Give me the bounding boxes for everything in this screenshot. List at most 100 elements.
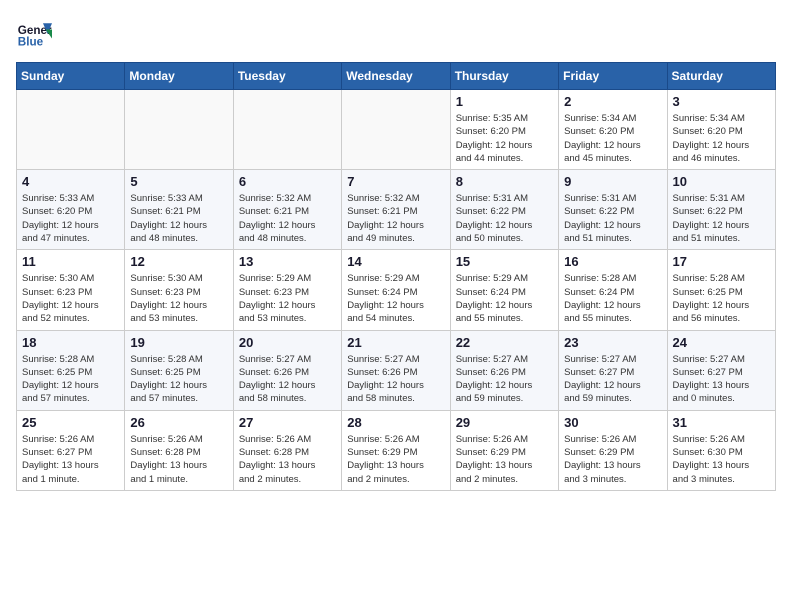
calendar-cell: 21 Sunrise: 5:27 AMSunset: 6:26 PMDayligh…	[342, 330, 450, 410]
day-number: 26	[130, 415, 227, 430]
weekday-header-wednesday: Wednesday	[342, 63, 450, 90]
weekday-header-monday: Monday	[125, 63, 233, 90]
day-number: 19	[130, 335, 227, 350]
day-number: 10	[673, 174, 770, 189]
weekday-header-row: SundayMondayTuesdayWednesdayThursdayFrid…	[17, 63, 776, 90]
calendar-cell: 4 Sunrise: 5:33 AMSunset: 6:20 PMDaylight…	[17, 170, 125, 250]
day-info: Sunrise: 5:26 AMSunset: 6:29 PMDaylight:…	[564, 433, 661, 486]
calendar-cell: 24Sunrise: 5:27 AMSunset: 6:27 PMDayligh…	[667, 330, 775, 410]
calendar-cell: 18Sunrise: 5:28 AMSunset: 6:25 PMDayligh…	[17, 330, 125, 410]
logo: General Blue	[16, 16, 52, 52]
calendar-week-4: 18 Sunrise: 5:28 AMSunset: 6:25 PMDayligh…	[17, 330, 776, 410]
day-info: Sunrise: 5:30 AMSunset: 6:23 PMDaylight:…	[130, 272, 227, 325]
calendar-cell: 27Sunrise: 5:26 AMSunset: 6:28 PMDayligh…	[233, 410, 341, 490]
day-info: Sunrise: 5:26 AMSunset: 6:29 PMDaylight:…	[456, 433, 553, 486]
calendar-cell: 28Sunrise: 5:26 AMSunset: 6:29 PMDayligh…	[342, 410, 450, 490]
calendar-cell: 17 Sunrise: 5:28 AMSunset: 6:25 PMDayligh…	[667, 250, 775, 330]
calendar-cell: 14Sunrise: 5:29 AMSunset: 6:24 PMDayligh…	[342, 250, 450, 330]
calendar-week-1: 1Sunrise: 5:35 AMSunset: 6:20 PMDaylight…	[17, 90, 776, 170]
calendar-cell: 25 Sunrise: 5:26 AMSunset: 6:27 PMDayligh…	[17, 410, 125, 490]
calendar-week-3: 11 Sunrise: 5:30 AMSunset: 6:23 PMDayligh…	[17, 250, 776, 330]
calendar-week-2: 4 Sunrise: 5:33 AMSunset: 6:20 PMDaylight…	[17, 170, 776, 250]
svg-text:Blue: Blue	[18, 36, 44, 49]
calendar-table: SundayMondayTuesdayWednesdayThursdayFrid…	[16, 62, 776, 491]
calendar-cell: 1Sunrise: 5:35 AMSunset: 6:20 PMDaylight…	[450, 90, 558, 170]
calendar-cell: 23 Sunrise: 5:27 AMSunset: 6:27 PMDayligh…	[559, 330, 667, 410]
day-number: 8	[456, 174, 553, 189]
weekday-header-saturday: Saturday	[667, 63, 775, 90]
day-number: 25	[22, 415, 119, 430]
day-info: Sunrise: 5:31 AMSunset: 6:22 PMDaylight:…	[564, 192, 661, 245]
day-number: 4	[22, 174, 119, 189]
calendar-body: 1Sunrise: 5:35 AMSunset: 6:20 PMDaylight…	[17, 90, 776, 491]
day-number: 1	[456, 94, 553, 109]
day-info: Sunrise: 5:29 AMSunset: 6:24 PMDaylight:…	[456, 272, 553, 325]
weekday-header-sunday: Sunday	[17, 63, 125, 90]
day-number: 17	[673, 254, 770, 269]
calendar-cell: 11 Sunrise: 5:30 AMSunset: 6:23 PMDayligh…	[17, 250, 125, 330]
day-info: Sunrise: 5:29 AMSunset: 6:23 PMDaylight:…	[239, 272, 336, 325]
day-info: Sunrise: 5:33 AMSunset: 6:21 PMDaylight:…	[130, 192, 227, 245]
day-info: Sunrise: 5:28 AMSunset: 6:24 PMDaylight:…	[564, 272, 661, 325]
day-number: 29	[456, 415, 553, 430]
calendar-week-5: 25 Sunrise: 5:26 AMSunset: 6:27 PMDayligh…	[17, 410, 776, 490]
day-number: 27	[239, 415, 336, 430]
calendar-cell: 10Sunrise: 5:31 AMSunset: 6:22 PMDayligh…	[667, 170, 775, 250]
day-info: Sunrise: 5:26 AMSunset: 6:28 PMDaylight:…	[130, 433, 227, 486]
calendar-cell: 8 Sunrise: 5:31 AMSunset: 6:22 PMDaylight…	[450, 170, 558, 250]
day-info: Sunrise: 5:27 AMSunset: 6:27 PMDaylight:…	[564, 353, 661, 406]
day-number: 11	[22, 254, 119, 269]
day-info: Sunrise: 5:28 AMSunset: 6:25 PMDaylight:…	[673, 272, 770, 325]
calendar-cell: 5 Sunrise: 5:33 AMSunset: 6:21 PMDaylight…	[125, 170, 233, 250]
calendar-cell	[342, 90, 450, 170]
calendar-cell: 9 Sunrise: 5:31 AMSunset: 6:22 PMDaylight…	[559, 170, 667, 250]
calendar-cell: 19 Sunrise: 5:28 AMSunset: 6:25 PMDayligh…	[125, 330, 233, 410]
day-info: Sunrise: 5:27 AMSunset: 6:26 PMDaylight:…	[456, 353, 553, 406]
calendar-cell: 13 Sunrise: 5:29 AMSunset: 6:23 PMDayligh…	[233, 250, 341, 330]
day-number: 20	[239, 335, 336, 350]
day-number: 2	[564, 94, 661, 109]
day-info: Sunrise: 5:34 AMSunset: 6:20 PMDaylight:…	[564, 112, 661, 165]
day-number: 13	[239, 254, 336, 269]
day-info: Sunrise: 5:33 AMSunset: 6:20 PMDaylight:…	[22, 192, 119, 245]
calendar-cell	[233, 90, 341, 170]
calendar-cell: 31 Sunrise: 5:26 AMSunset: 6:30 PMDayligh…	[667, 410, 775, 490]
weekday-header-tuesday: Tuesday	[233, 63, 341, 90]
day-info: Sunrise: 5:26 AMSunset: 6:30 PMDaylight:…	[673, 433, 770, 486]
day-number: 23	[564, 335, 661, 350]
day-info: Sunrise: 5:29 AMSunset: 6:24 PMDaylight:…	[347, 272, 444, 325]
day-info: Sunrise: 5:27 AMSunset: 6:26 PMDaylight:…	[347, 353, 444, 406]
day-number: 31	[673, 415, 770, 430]
calendar-cell: 6Sunrise: 5:32 AMSunset: 6:21 PMDaylight…	[233, 170, 341, 250]
calendar-cell: 30 Sunrise: 5:26 AMSunset: 6:29 PMDayligh…	[559, 410, 667, 490]
day-info: Sunrise: 5:34 AMSunset: 6:20 PMDaylight:…	[673, 112, 770, 165]
calendar-cell: 26 Sunrise: 5:26 AMSunset: 6:28 PMDayligh…	[125, 410, 233, 490]
day-number: 16	[564, 254, 661, 269]
calendar-cell: 15 Sunrise: 5:29 AMSunset: 6:24 PMDayligh…	[450, 250, 558, 330]
calendar-cell: 16 Sunrise: 5:28 AMSunset: 6:24 PMDayligh…	[559, 250, 667, 330]
calendar-cell: 20 Sunrise: 5:27 AMSunset: 6:26 PMDayligh…	[233, 330, 341, 410]
day-number: 5	[130, 174, 227, 189]
day-number: 15	[456, 254, 553, 269]
day-info: Sunrise: 5:31 AMSunset: 6:22 PMDaylight:…	[456, 192, 553, 245]
day-number: 21	[347, 335, 444, 350]
weekday-header-thursday: Thursday	[450, 63, 558, 90]
calendar-cell: 3Sunrise: 5:34 AMSunset: 6:20 PMDaylight…	[667, 90, 775, 170]
calendar-cell: 2 Sunrise: 5:34 AMSunset: 6:20 PMDaylight…	[559, 90, 667, 170]
day-number: 12	[130, 254, 227, 269]
day-info: Sunrise: 5:28 AMSunset: 6:25 PMDaylight:…	[130, 353, 227, 406]
day-info: Sunrise: 5:27 AMSunset: 6:27 PMDaylight:…	[673, 353, 770, 406]
day-number: 30	[564, 415, 661, 430]
calendar-cell: 29 Sunrise: 5:26 AMSunset: 6:29 PMDayligh…	[450, 410, 558, 490]
day-number: 9	[564, 174, 661, 189]
weekday-header-friday: Friday	[559, 63, 667, 90]
day-info: Sunrise: 5:27 AMSunset: 6:26 PMDaylight:…	[239, 353, 336, 406]
calendar-cell: 22Sunrise: 5:27 AMSunset: 6:26 PMDayligh…	[450, 330, 558, 410]
day-number: 18	[22, 335, 119, 350]
day-number: 6	[239, 174, 336, 189]
day-info: Sunrise: 5:30 AMSunset: 6:23 PMDaylight:…	[22, 272, 119, 325]
day-info: Sunrise: 5:26 AMSunset: 6:27 PMDaylight:…	[22, 433, 119, 486]
calendar-cell	[125, 90, 233, 170]
day-info: Sunrise: 5:32 AMSunset: 6:21 PMDaylight:…	[347, 192, 444, 245]
calendar-cell: 12 Sunrise: 5:30 AMSunset: 6:23 PMDayligh…	[125, 250, 233, 330]
